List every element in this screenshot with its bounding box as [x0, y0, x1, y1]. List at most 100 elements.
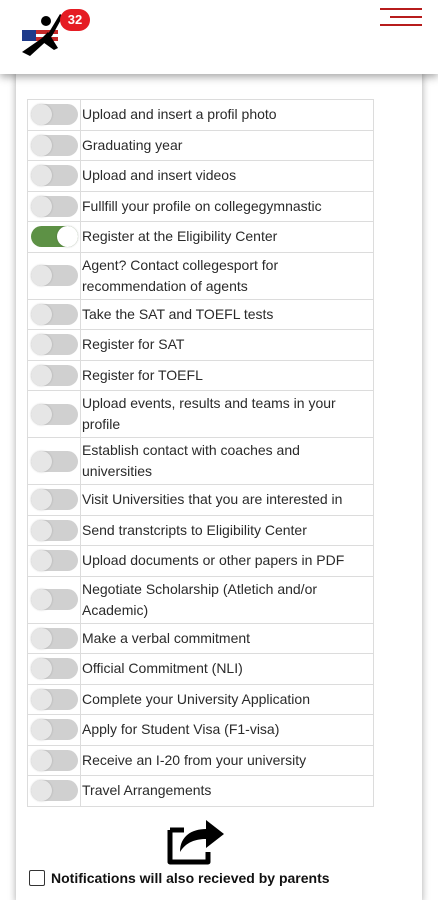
checklist-row: Take the SAT and TOEFL tests [27, 298, 374, 330]
toggle-knob [31, 265, 52, 286]
toggle-knob [31, 780, 52, 802]
checklist-row: Fullfill your profile on collegegymnasti… [27, 190, 374, 222]
checklist-item-label: Upload events, results and teams in your… [80, 390, 374, 438]
checklist-toggle-switch[interactable] [31, 195, 78, 217]
checklist-item-label: Register at the Eligibility Center [80, 221, 374, 253]
checklist-table: Upload and insert a profil photo Graduati… [27, 99, 374, 807]
checklist-toggle-cell [27, 744, 81, 776]
hamburger-menu-icon[interactable] [380, 8, 422, 32]
checklist-item-label: Establish contact with coaches and unive… [80, 437, 374, 485]
checklist-toggle-switch[interactable] [31, 450, 78, 472]
checklist-row: Send transtcripts to Eligibility Center [27, 514, 374, 546]
toggle-knob [31, 550, 52, 572]
checklist-toggle-cell [27, 683, 81, 715]
checklist-toggle-cell [27, 160, 81, 192]
checklist-item-label: Visit Universities that you are interest… [80, 484, 374, 516]
checklist-toggle-switch[interactable] [31, 226, 78, 248]
checklist-item-label: Send transtcripts to Eligibility Center [80, 514, 374, 546]
checklist-toggle-switch[interactable] [31, 104, 78, 126]
toggle-knob [31, 303, 52, 325]
checklist-toggle-switch[interactable] [31, 658, 78, 680]
checklist-item-label: Official Commitment (NLI) [80, 653, 374, 685]
parent-notifications-option[interactable]: Notifications will also recieved by pare… [29, 868, 330, 888]
checklist-row: Complete your University Application [27, 683, 374, 715]
checklist-toggle-switch[interactable] [31, 265, 78, 286]
toggle-knob [31, 104, 52, 126]
checklist-item-label: Fullfill your profile on collegegymnasti… [80, 190, 374, 222]
checklist-toggle-cell [27, 484, 81, 516]
checklist-item-label: Upload and insert videos [80, 160, 374, 192]
checklist-toggle-switch[interactable] [31, 165, 78, 187]
checklist-toggle-cell [27, 437, 81, 485]
checklist-item-label: Register for SAT [80, 329, 374, 361]
checklist-toggle-cell [27, 190, 81, 222]
app-header: 32 [0, 0, 438, 74]
checklist-toggle-switch[interactable] [31, 627, 78, 649]
checklist-row: Register at the Eligibility Center [27, 221, 374, 253]
checklist-row: Make a verbal commitment [27, 622, 374, 654]
checklist-item-label: Graduating year [80, 129, 374, 161]
toggle-knob [31, 627, 52, 649]
toggle-knob [31, 165, 52, 187]
checklist-toggle-cell [27, 390, 81, 438]
checklist-item-label: Make a verbal commitment [80, 622, 374, 654]
checklist-toggle-cell [27, 714, 81, 746]
checklist-toggle-switch[interactable] [31, 134, 78, 156]
checklist-row: Upload documents or other papers in PDF [27, 545, 374, 577]
checklist-toggle-cell [27, 329, 81, 361]
checklist-toggle-cell [27, 298, 81, 330]
checklist-row: Official Commitment (NLI) [27, 653, 374, 685]
checklist-row: Travel Arrangements [27, 775, 374, 807]
checklist-row: Register for SAT [27, 329, 374, 361]
checklist-toggle-switch[interactable] [31, 688, 78, 710]
toggle-knob [31, 749, 52, 771]
checklist-toggle-switch[interactable] [31, 550, 78, 572]
toggle-knob [31, 334, 52, 356]
checklist-row: Register for TOEFL [27, 359, 374, 391]
checklist-toggle-switch[interactable] [31, 364, 78, 386]
parent-notifications-label: Notifications will also recieved by pare… [51, 870, 330, 886]
checklist-toggle-cell [27, 129, 81, 161]
checklist-item-label: Negotiate Scholarship (Atletich and/or A… [80, 575, 374, 624]
checklist-toggle-switch[interactable] [31, 489, 78, 511]
toggle-knob [57, 226, 78, 248]
toggle-knob [31, 719, 52, 741]
checklist-toggle-switch[interactable] [31, 749, 78, 771]
checklist-toggle-cell [27, 575, 81, 624]
checklist-row: Receive an I-20 from your university [27, 744, 374, 776]
checklist-item-label: Complete your University Application [80, 683, 374, 715]
toggle-knob [31, 403, 52, 425]
toggle-knob [31, 688, 52, 710]
checklist-row: Upload events, results and teams in your… [27, 390, 374, 438]
checklist-row: Visit Universities that you are interest… [27, 484, 374, 516]
checklist-item-label: Apply for Student Visa (F1-visa) [80, 714, 374, 746]
toggle-knob [31, 134, 52, 156]
checklist-row: Agent? Contact collegesport for recommen… [27, 251, 374, 300]
checklist-row: Establish contact with coaches and unive… [27, 437, 374, 485]
checklist-toggle-switch[interactable] [31, 719, 78, 741]
checklist-item-label: Receive an I-20 from your university [80, 744, 374, 776]
checklist-row: Upload and insert videos [27, 160, 374, 192]
checklist-toggle-cell [27, 545, 81, 577]
checklist-toggle-switch[interactable] [31, 519, 78, 541]
checklist-toggle-switch[interactable] [31, 780, 78, 802]
checklist-toggle-cell [27, 221, 81, 253]
parent-notifications-checkbox[interactable] [29, 870, 45, 886]
checklist-toggle-cell [27, 622, 81, 654]
checklist-item-label: Agent? Contact collegesport for recommen… [80, 251, 374, 300]
checklist-toggle-switch[interactable] [31, 334, 78, 356]
toggle-knob [31, 450, 52, 472]
notification-count-badge[interactable]: 32 [60, 9, 90, 31]
share-icon[interactable] [164, 814, 228, 866]
checklist-toggle-cell [27, 251, 81, 300]
checklist-item-label: Upload and insert a profil photo [80, 99, 374, 131]
toggle-knob [31, 489, 52, 511]
checklist-toggle-switch[interactable] [31, 589, 78, 610]
checklist-toggle-cell [27, 775, 81, 807]
checklist-toggle-switch[interactable] [31, 303, 78, 325]
checklist-toggle-cell [27, 99, 81, 131]
checklist-toggle-switch[interactable] [31, 403, 78, 425]
toggle-knob [31, 519, 52, 541]
toggle-knob [31, 658, 52, 680]
toggle-knob [31, 364, 52, 386]
